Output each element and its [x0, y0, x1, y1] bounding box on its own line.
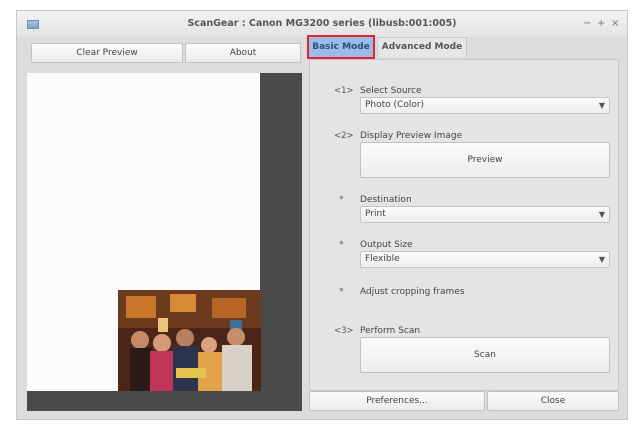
destination-label: Destination: [360, 195, 412, 205]
chevron-down-icon: ▼: [598, 101, 605, 110]
minimize-icon[interactable]: −: [583, 18, 591, 29]
basic-mode-panel: <1> Select Source Photo (Color) ▼ <2> Di…: [309, 59, 619, 391]
preferences-button[interactable]: Preferences...: [309, 391, 485, 411]
close-window-icon[interactable]: ×: [611, 18, 619, 29]
adjust-cropping-label: Adjust cropping frames: [360, 287, 465, 297]
select-source-value: Photo (Color): [365, 100, 425, 110]
preview-area[interactable]: [27, 73, 302, 411]
select-source-label: Select Source: [360, 86, 422, 96]
output-size-label: Output Size: [360, 240, 413, 250]
about-button[interactable]: About: [185, 43, 301, 63]
scanned-photo: [118, 290, 261, 391]
display-preview-label: Display Preview Image: [360, 131, 463, 141]
scan-button[interactable]: Scan: [360, 337, 610, 373]
output-size-value: Flexible: [365, 254, 400, 264]
close-button[interactable]: Close: [487, 391, 619, 411]
preview-button[interactable]: Preview: [360, 142, 610, 178]
output-size-dropdown[interactable]: Flexible ▼: [360, 251, 610, 268]
scanned-photo-image: [118, 290, 261, 391]
tab-advanced-mode[interactable]: Advanced Mode: [377, 37, 467, 57]
step-1-number: <1>: [334, 86, 354, 96]
title-bar[interactable]: ScanGear : Canon MG3200 series (libusb:0…: [17, 11, 627, 37]
scangear-window: ScanGear : Canon MG3200 series (libusb:0…: [16, 10, 628, 420]
step-2-number: <2>: [334, 131, 354, 141]
select-source-dropdown[interactable]: Photo (Color) ▼: [360, 97, 610, 114]
maximize-icon[interactable]: +: [597, 18, 605, 29]
chevron-down-icon: ▼: [598, 255, 605, 264]
adjust-cropping-bullet: *: [339, 287, 344, 297]
step-3-number: <3>: [334, 326, 354, 336]
output-size-bullet: *: [339, 240, 344, 250]
destination-value: Print: [365, 209, 386, 219]
destination-bullet: *: [339, 195, 344, 205]
chevron-down-icon: ▼: [598, 210, 605, 219]
clear-preview-button[interactable]: Clear Preview: [31, 43, 183, 63]
window-title: ScanGear : Canon MG3200 series (libusb:0…: [187, 18, 457, 29]
destination-dropdown[interactable]: Print ▼: [360, 206, 610, 223]
tab-basic-mode[interactable]: Basic Mode: [307, 35, 375, 59]
perform-scan-label: Perform Scan: [360, 326, 421, 336]
